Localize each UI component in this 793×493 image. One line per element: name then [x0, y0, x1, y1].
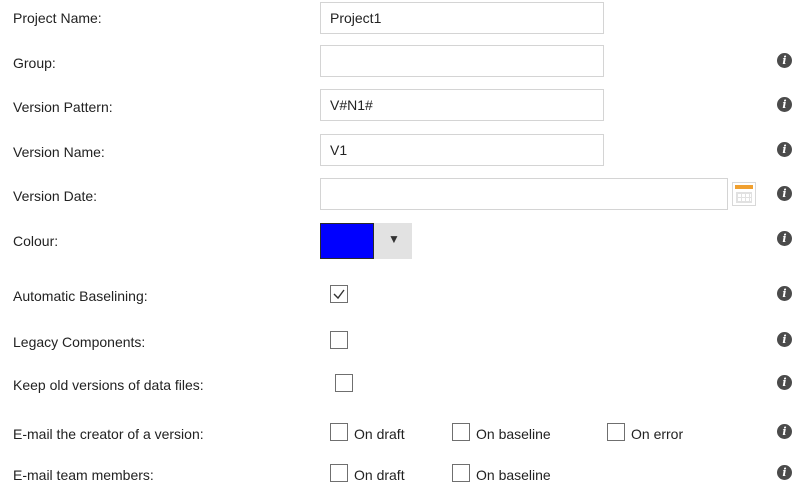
colour-swatch[interactable] [320, 223, 374, 259]
calendar-icon[interactable] [732, 182, 756, 206]
email-creator-on-draft-label: On draft [354, 426, 405, 442]
row-keep-old-versions: Keep old versions of data files: i [0, 367, 793, 403]
legacy-components-checkbox[interactable] [330, 331, 348, 349]
email-team-info-icon[interactable]: i [777, 465, 792, 480]
row-version-date: Version Date: i [0, 178, 793, 214]
version-pattern-label: Version Pattern: [13, 99, 113, 115]
email-team-on-draft-label: On draft [354, 467, 405, 483]
group-info-icon[interactable]: i [777, 53, 792, 68]
version-date-input[interactable] [320, 178, 728, 210]
automatic-baselining-label: Automatic Baselining: [13, 288, 148, 304]
row-colour: Colour: ▼ i [0, 223, 793, 259]
keep-old-versions-label: Keep old versions of data files: [13, 377, 204, 393]
version-name-label: Version Name: [13, 144, 105, 160]
automatic-baselining-info-icon[interactable]: i [777, 286, 792, 301]
version-date-info-icon[interactable]: i [777, 186, 792, 201]
project-name-input[interactable] [320, 2, 604, 34]
legacy-components-info-icon[interactable]: i [777, 332, 792, 347]
triangle-down-icon: ▼ [388, 232, 400, 246]
automatic-baselining-checkbox[interactable] [330, 285, 348, 303]
project-name-label: Project Name: [13, 10, 102, 26]
row-version-pattern: Version Pattern: i [0, 89, 793, 125]
colour-label: Colour: [13, 233, 59, 249]
keep-old-versions-checkbox[interactable] [335, 374, 353, 392]
colour-dropdown-button[interactable]: ▼ [374, 223, 412, 259]
email-team-label: E-mail team members: [13, 467, 154, 483]
group-input[interactable] [320, 45, 604, 77]
email-creator-on-error-checkbox[interactable] [607, 423, 625, 441]
row-email-creator: E-mail the creator of a version: On draf… [0, 416, 793, 452]
version-name-input[interactable] [320, 134, 604, 166]
email-team-on-baseline-checkbox[interactable] [452, 464, 470, 482]
version-date-label: Version Date: [13, 188, 98, 204]
row-legacy-components: Legacy Components: i [0, 324, 793, 360]
email-creator-on-error-label: On error [631, 426, 684, 442]
row-version-name: Version Name: i [0, 134, 793, 170]
group-label: Group: [13, 55, 56, 71]
row-project-name: Project Name: [0, 2, 793, 38]
version-pattern-info-icon[interactable]: i [777, 97, 792, 112]
email-creator-on-baseline-label: On baseline [476, 426, 551, 442]
email-creator-on-draft-checkbox[interactable] [330, 423, 348, 441]
row-automatic-baselining: Automatic Baselining: i [0, 278, 793, 314]
email-creator-info-icon[interactable]: i [777, 424, 792, 439]
version-name-info-icon[interactable]: i [777, 142, 792, 157]
email-creator-on-baseline-checkbox[interactable] [452, 423, 470, 441]
checkmark-icon [333, 289, 345, 300]
email-team-on-baseline-label: On baseline [476, 467, 551, 483]
row-group: Group: i [0, 45, 793, 81]
email-creator-label: E-mail the creator of a version: [13, 426, 204, 442]
version-pattern-input[interactable] [320, 89, 604, 121]
email-team-on-draft-checkbox[interactable] [330, 464, 348, 482]
colour-info-icon[interactable]: i [777, 231, 792, 246]
legacy-components-label: Legacy Components: [13, 334, 146, 350]
row-email-team: E-mail team members: On draft On baselin… [0, 457, 793, 493]
keep-old-versions-info-icon[interactable]: i [777, 375, 792, 390]
